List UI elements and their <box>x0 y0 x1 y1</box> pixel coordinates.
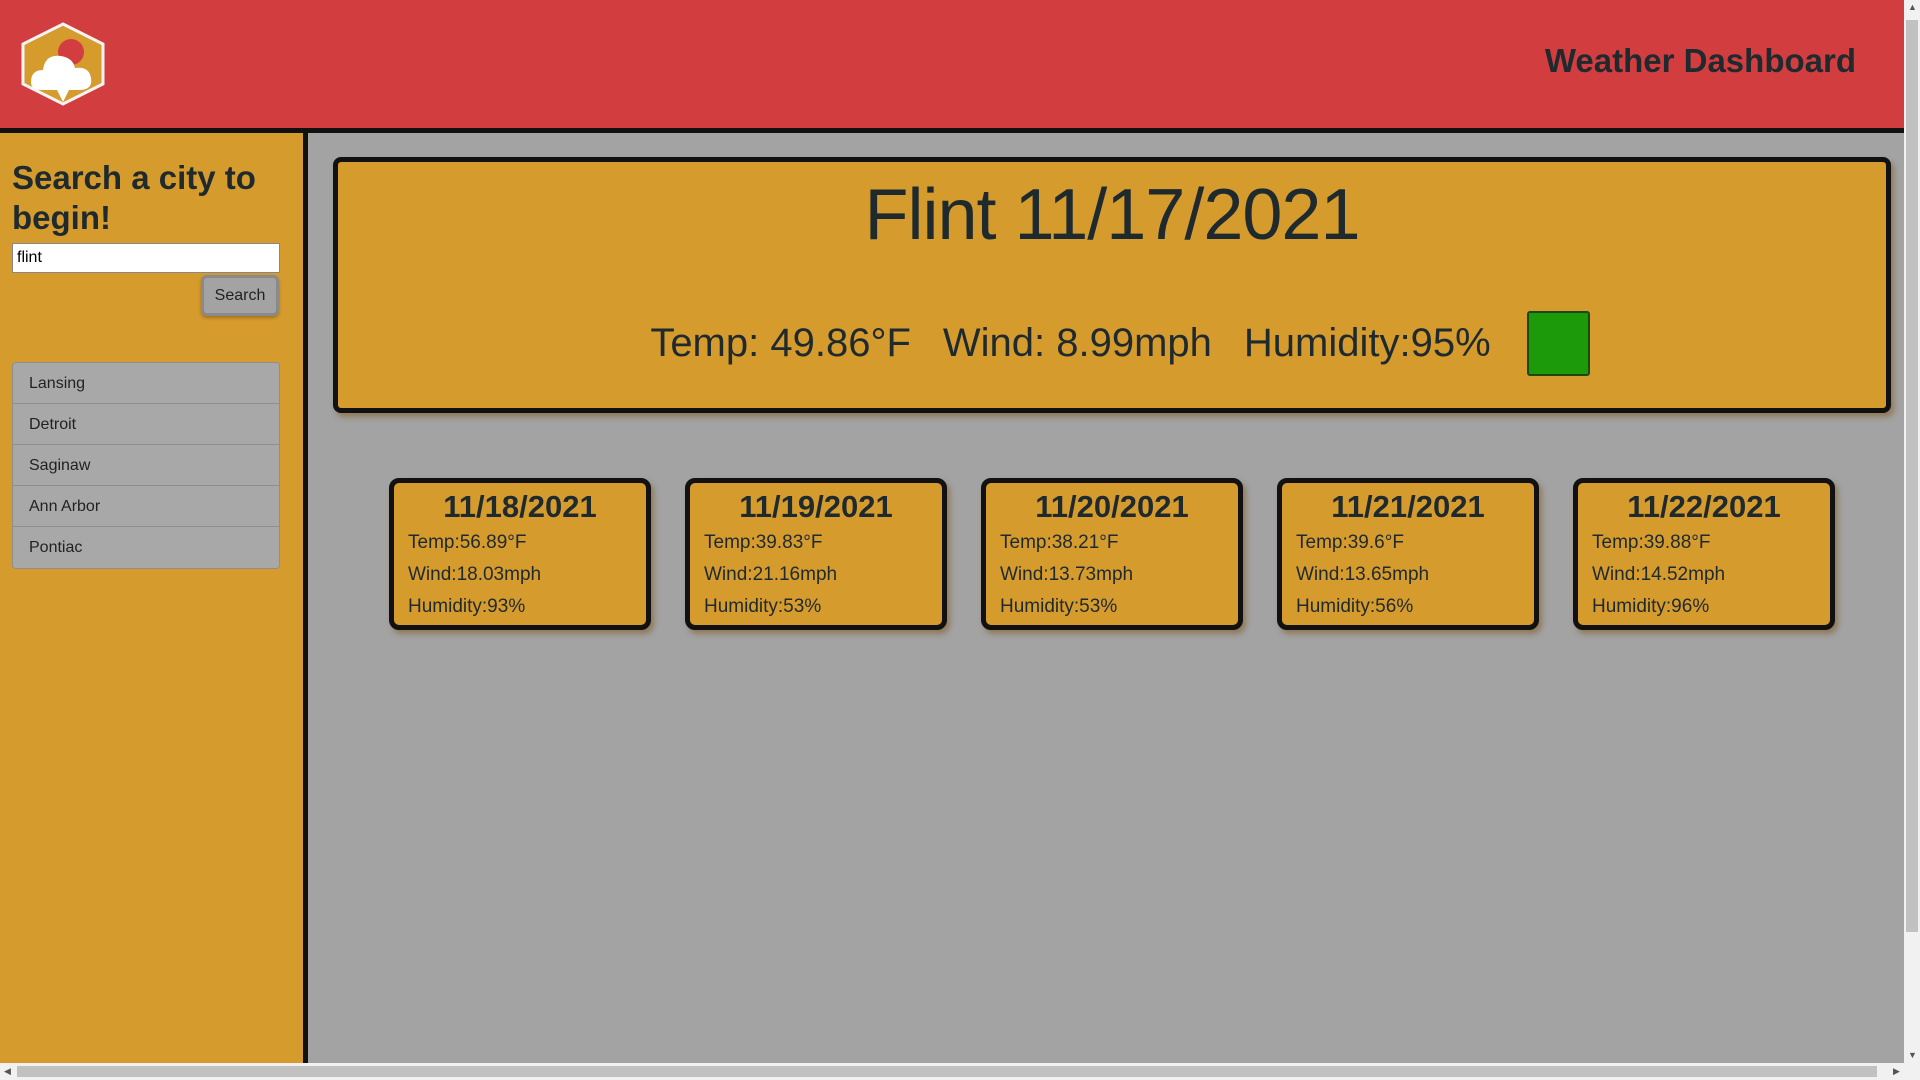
forecast-temp: Temp:56.89°F <box>408 532 527 553</box>
current-humidity: Humidity:95% <box>1243 321 1491 365</box>
search-history-list: Lansing Detroit Saginaw Ann Arbor Pontia… <box>12 362 280 569</box>
forecast-humidity: Humidity:53% <box>704 596 822 617</box>
current-wind: Wind: 8.99mph <box>942 321 1212 365</box>
history-item[interactable]: Ann Arbor <box>13 486 279 527</box>
current-stats: Temp: 49.86°F Wind: 8.99mph Humidity:95% <box>338 311 1886 376</box>
forecast-humidity: Humidity:96% <box>1592 596 1710 617</box>
forecast-date: 11/18/2021 <box>443 489 597 524</box>
search-button[interactable]: Search <box>201 275 279 316</box>
app: Weather Dashboard Search a city to begin… <box>0 0 1920 1080</box>
city-search-input[interactable] <box>12 243 280 273</box>
scroll-up-arrow-icon[interactable]: ▲ <box>1908 2 1917 12</box>
forecast-date: 11/20/2021 <box>1035 489 1189 524</box>
forecast-date: 11/19/2021 <box>739 489 893 524</box>
forecast-card: 11/20/2021 Temp:38.21°F Wind:13.73mph Hu… <box>981 478 1243 630</box>
forecast-card: 11/21/2021 Temp:39.6°F Wind:13.65mph Hum… <box>1277 478 1539 630</box>
current-city-date: Flint 11/17/2021 <box>864 175 1360 255</box>
forecast-card: 11/19/2021 Temp:39.83°F Wind:21.16mph Hu… <box>685 478 947 630</box>
sidebar: Search a city to begin! Search Lansing D… <box>0 133 308 1063</box>
history-item[interactable]: Pontiac <box>13 527 279 568</box>
app-title: Weather Dashboard <box>1544 42 1856 79</box>
history-item[interactable]: Saginaw <box>13 445 279 486</box>
history-item[interactable]: Detroit <box>13 404 279 445</box>
header: Weather Dashboard <box>0 0 1904 133</box>
five-day-forecast: 11/18/2021 Temp:56.89°F Wind:18.03mph Hu… <box>389 478 1835 630</box>
forecast-temp: Temp:38.21°F <box>1000 532 1119 553</box>
forecast-humidity: Humidity:56% <box>1296 596 1414 617</box>
forecast-humidity: Humidity:93% <box>408 596 526 617</box>
current-weather-card: Flint 11/17/2021 Temp: 49.86°F Wind: 8.9… <box>333 157 1891 413</box>
weather-logo-icon <box>21 22 105 106</box>
forecast-wind: Wind:13.65mph <box>1296 564 1430 585</box>
forecast-wind: Wind:18.03mph <box>408 564 542 585</box>
search-heading: Search a city to begin! <box>12 159 256 236</box>
history-item[interactable]: Lansing <box>13 363 279 404</box>
forecast-temp: Temp:39.6°F <box>1296 532 1404 553</box>
scroll-right-arrow-icon[interactable]: ▶ <box>1893 1066 1900 1077</box>
forecast-card: 11/22/2021 Temp:39.88°F Wind:14.52mph Hu… <box>1573 478 1835 630</box>
scroll-down-arrow-icon[interactable]: ▼ <box>1908 1050 1917 1060</box>
scroll-left-arrow-icon[interactable]: ◀ <box>4 1066 11 1077</box>
forecast-temp: Temp:39.88°F <box>1592 532 1711 553</box>
forecast-wind: Wind:14.52mph <box>1592 564 1726 585</box>
forecast-date: 11/21/2021 <box>1331 489 1485 524</box>
current-temp: Temp: 49.86°F <box>650 321 911 365</box>
forecast-date: 11/22/2021 <box>1627 489 1781 524</box>
forecast-card: 11/18/2021 Temp:56.89°F Wind:18.03mph Hu… <box>389 478 651 630</box>
forecast-temp: Temp:39.83°F <box>704 532 823 553</box>
vertical-scrollbar-thumb[interactable] <box>1906 20 1918 932</box>
forecast-wind: Wind:21.16mph <box>704 564 838 585</box>
uv-index-indicator <box>1526 311 1590 376</box>
forecast-wind: Wind:13.73mph <box>1000 564 1134 585</box>
horizontal-scrollbar-thumb[interactable] <box>17 1066 1877 1077</box>
forecast-humidity: Humidity:53% <box>1000 596 1118 617</box>
